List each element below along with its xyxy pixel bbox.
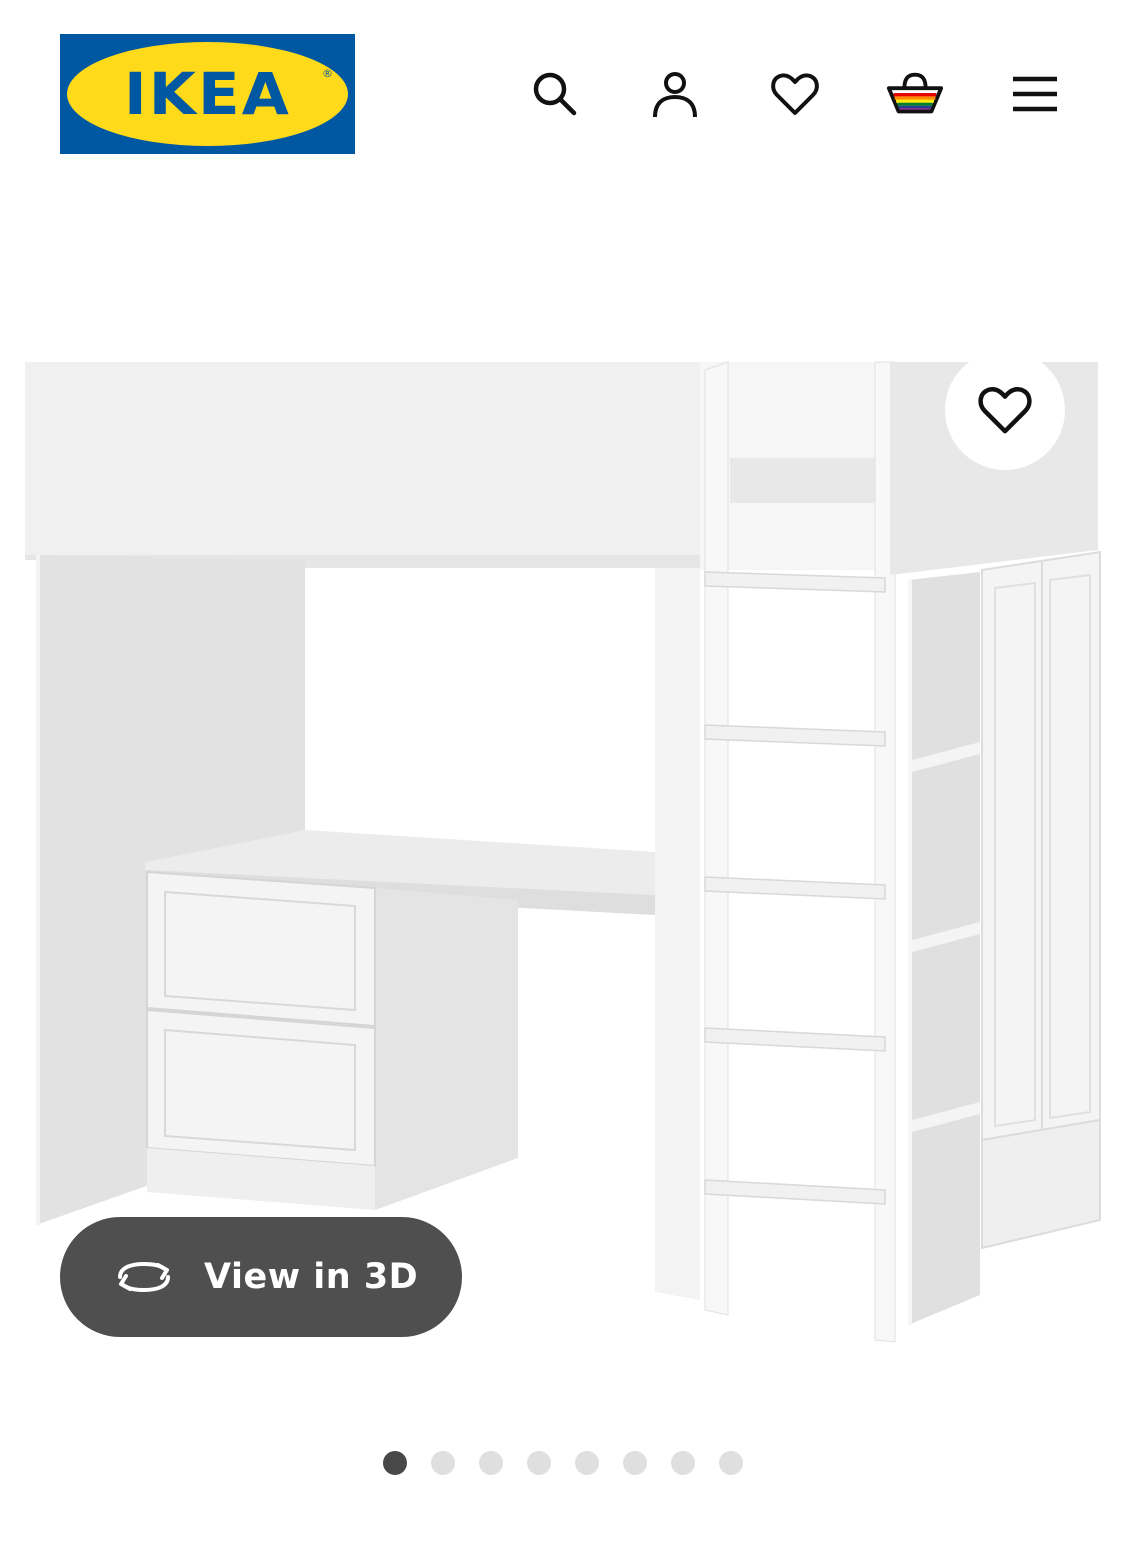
search-button[interactable] xyxy=(525,64,585,124)
heart-icon xyxy=(978,387,1032,434)
slide-dot-6[interactable] xyxy=(623,1451,647,1475)
shopping-bag-icon xyxy=(886,72,944,114)
menu-icon xyxy=(1013,76,1057,112)
favourites-button[interactable] xyxy=(765,64,825,124)
product-gallery[interactable]: View in 3D xyxy=(0,190,1125,1546)
favourites-icon xyxy=(771,73,819,115)
header: IKEA ® xyxy=(0,0,1125,190)
ikea-logo[interactable]: IKEA ® xyxy=(60,34,355,154)
slide-dot-3[interactable] xyxy=(479,1451,503,1475)
slide-dot-7[interactable] xyxy=(671,1451,695,1475)
menu-button[interactable] xyxy=(1005,64,1065,124)
slide-indicator xyxy=(383,1451,743,1475)
rotate-icon xyxy=(118,1261,170,1293)
add-to-favourites-button[interactable] xyxy=(945,350,1065,470)
view-in-3d-label: View in 3D xyxy=(204,1257,419,1297)
logo-registered-mark: ® xyxy=(322,67,333,80)
slide-dot-4[interactable] xyxy=(527,1451,551,1475)
slide-dot-1[interactable] xyxy=(383,1451,407,1475)
slide-dot-5[interactable] xyxy=(575,1451,599,1475)
search-icon xyxy=(533,72,577,116)
logo-wordmark: IKEA xyxy=(123,60,291,128)
slide-dot-8[interactable] xyxy=(719,1451,743,1475)
shopping-bag-button[interactable] xyxy=(885,64,945,124)
slide-dot-2[interactable] xyxy=(431,1451,455,1475)
account-icon xyxy=(653,72,697,118)
view-in-3d-button[interactable]: View in 3D xyxy=(60,1217,462,1337)
account-button[interactable] xyxy=(645,64,705,124)
